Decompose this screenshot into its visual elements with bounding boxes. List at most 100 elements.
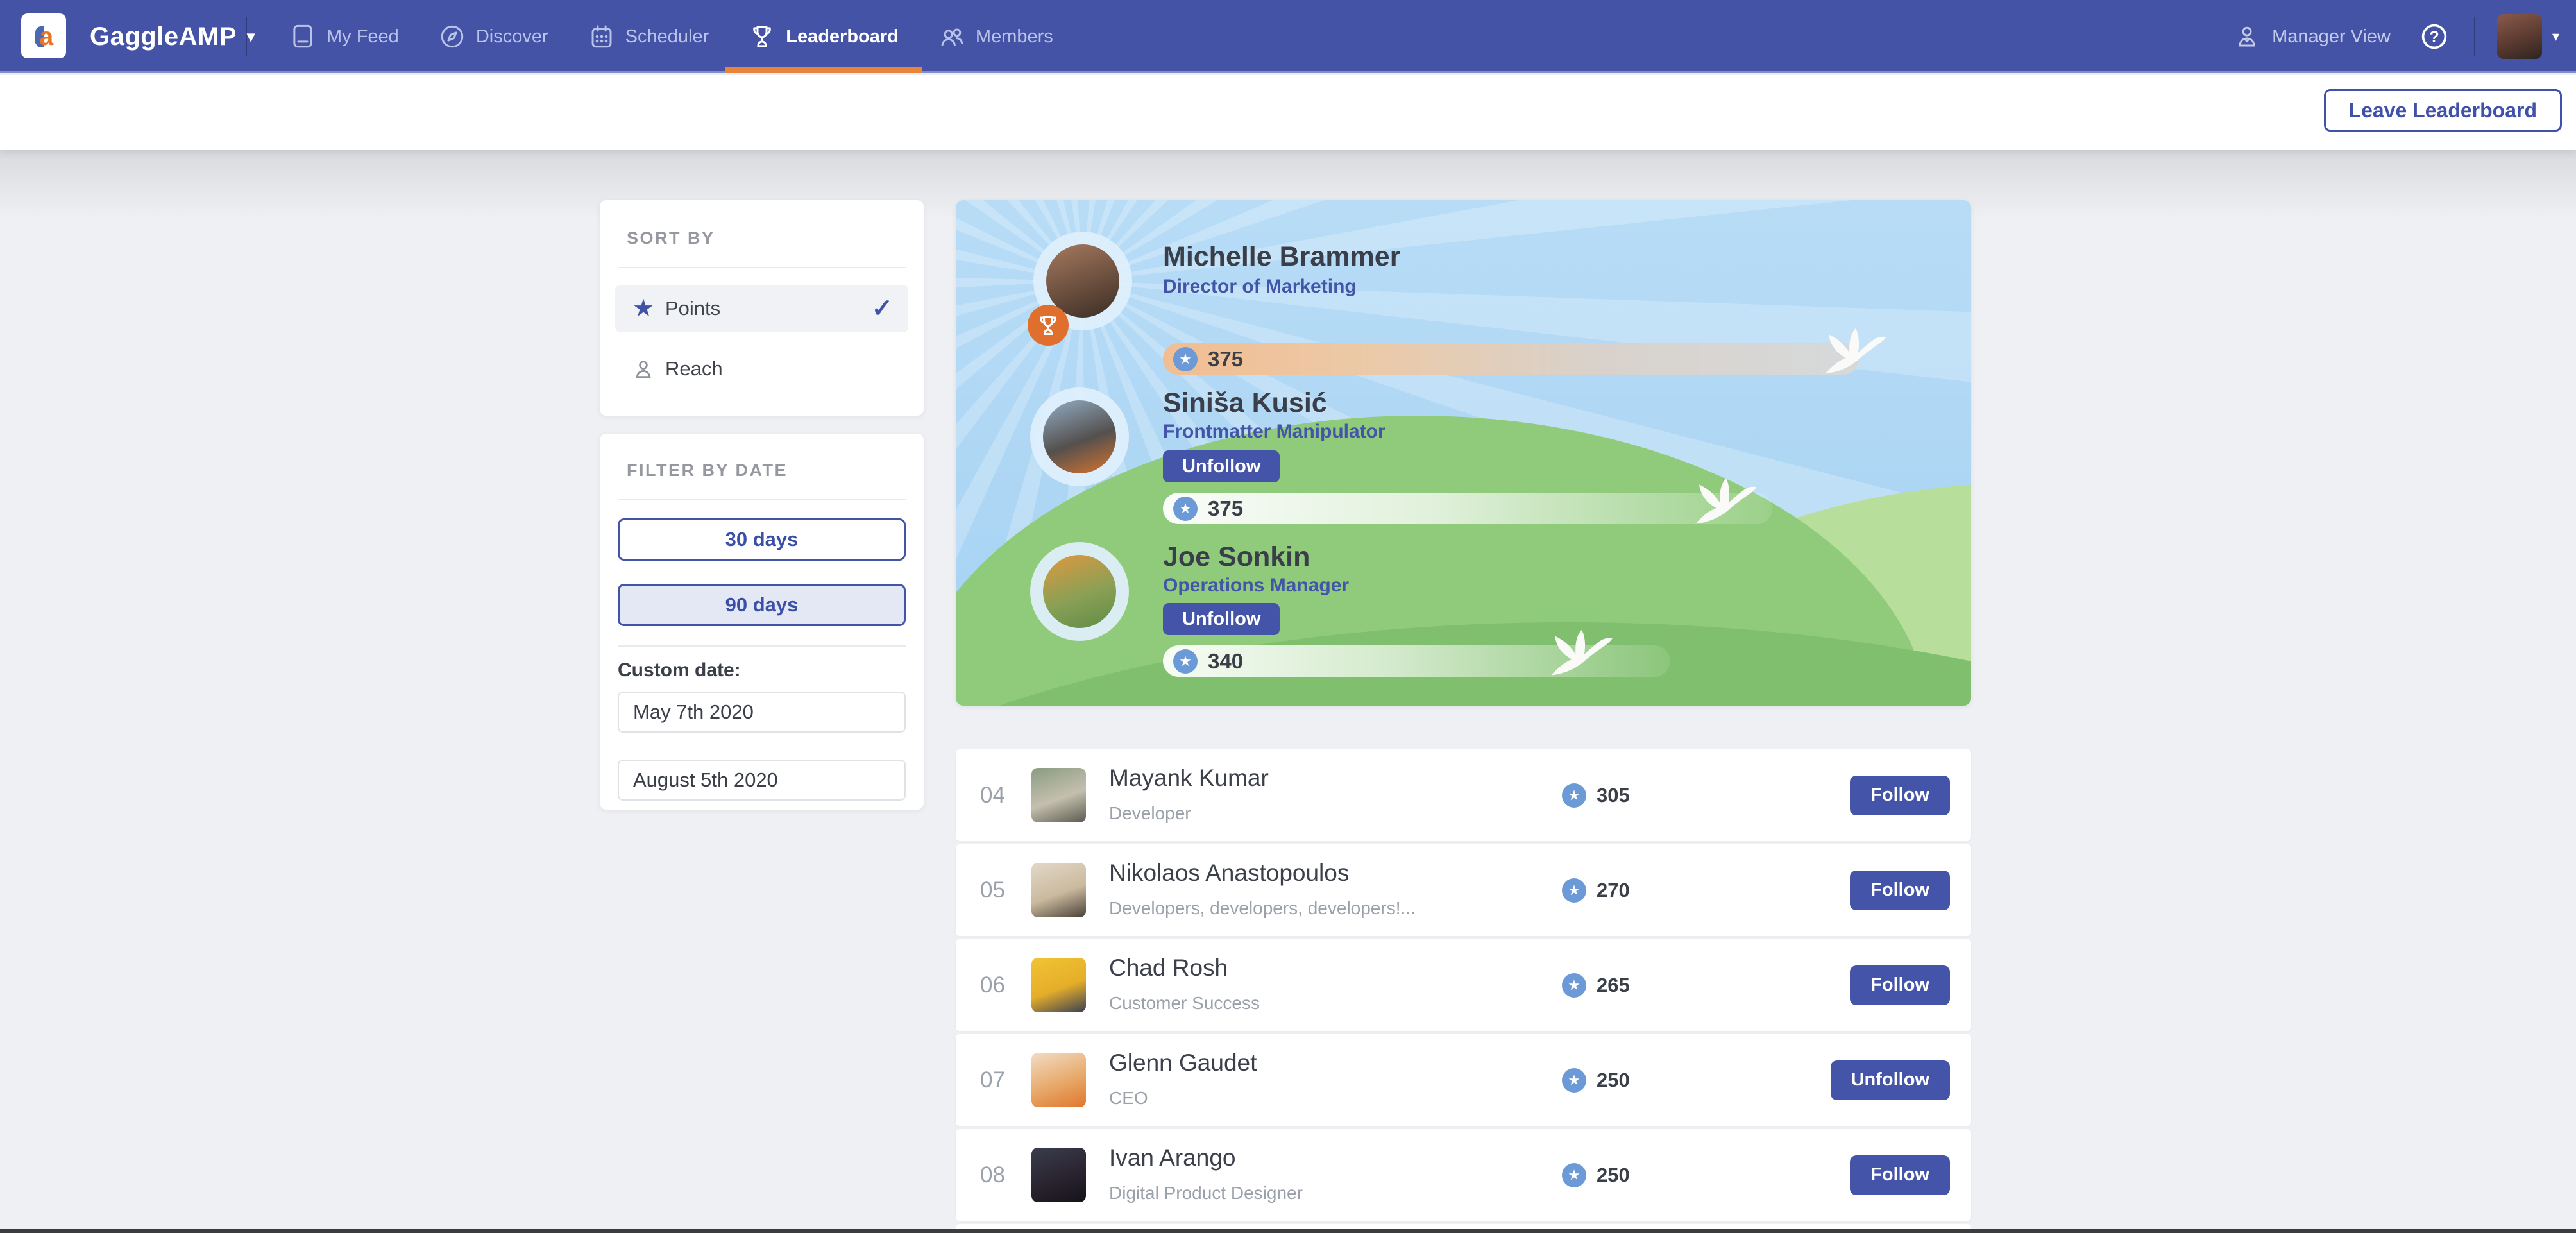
- follow-button[interactable]: Follow: [1850, 965, 1950, 1005]
- tab-scheduler[interactable]: Scheduler: [588, 0, 709, 73]
- follow-button[interactable]: Follow: [1850, 776, 1950, 815]
- points-value: 375: [1208, 497, 1243, 521]
- trophy-icon: [749, 23, 775, 50]
- manager-view-button[interactable]: Manager View: [2233, 23, 2391, 50]
- member-name: Mayank Kumar: [1109, 765, 1269, 792]
- member-title: Developer: [1109, 803, 1191, 824]
- points-group: ★ 270: [1562, 878, 1630, 903]
- points-value: 250: [1597, 1069, 1630, 1092]
- points-star-icon: ★: [1562, 878, 1586, 903]
- help-button[interactable]: ?: [2420, 22, 2448, 51]
- user-avatar[interactable]: [2497, 14, 2542, 59]
- follow-button[interactable]: Follow: [1850, 871, 1950, 910]
- rank-number: 04: [980, 783, 1005, 808]
- sub-header: Leave Leaderboard: [0, 75, 2576, 150]
- points-star-icon: ★: [1562, 973, 1586, 998]
- member-name: Siniša Kusić: [1163, 387, 1327, 419]
- list-item: 04 Mayank Kumar Developer ★ 305 Follow: [956, 749, 1971, 841]
- points-bar: ★ 375: [1163, 343, 1859, 375]
- tab-label: Leaderboard: [786, 26, 899, 47]
- sort-by-title: SORT BY: [627, 228, 715, 248]
- nav-right-group: Manager View ? ▾: [2233, 0, 2559, 73]
- svg-text:a: a: [39, 23, 53, 51]
- active-tab-underline: [725, 67, 922, 73]
- member-name: Chad Rosh: [1109, 955, 1228, 982]
- points-value: 270: [1597, 879, 1630, 902]
- tab-label: Members: [976, 26, 1053, 47]
- filter-by-date-panel: FILTER BY DATE 30 days 90 days Custom da…: [600, 434, 924, 810]
- avatar: [1031, 863, 1086, 917]
- window-bottom-edge: [0, 1229, 2576, 1233]
- brand-menu[interactable]: GaggleAMP ▾: [90, 0, 255, 73]
- unfollow-button[interactable]: Unfollow: [1163, 603, 1280, 635]
- rank-number: 05: [980, 878, 1005, 903]
- list-item: 08 Ivan Arango Digital Product Designer …: [956, 1129, 1971, 1221]
- tab-my-feed[interactable]: My Feed: [289, 0, 399, 73]
- top3-podium-card: Michelle Brammer Director of Marketing ★…: [956, 200, 1971, 706]
- divider: [618, 645, 906, 647]
- points-bar: ★ 375: [1163, 493, 1772, 524]
- rank-number: 07: [980, 1067, 1005, 1093]
- member-name: Joe Sonkin: [1163, 541, 1310, 573]
- top-nav-bar: a GaggleAMP ▾ My Feed Discover Scheduler: [0, 0, 2576, 73]
- range-30-days-button[interactable]: 30 days: [618, 518, 906, 561]
- list-item: 06 Chad Rosh Customer Success ★ 265 Foll…: [956, 939, 1971, 1031]
- leaderboard-list: 04 Mayank Kumar Developer ★ 305 Follow 0…: [956, 749, 1971, 1224]
- divider: [618, 499, 906, 500]
- svg-text:?: ?: [2429, 29, 2439, 46]
- member-title: Operations Manager: [1163, 575, 1349, 597]
- avatar: [1043, 555, 1116, 628]
- member-name: Nikolaos Anastopoulos: [1109, 860, 1349, 887]
- member-title: CEO: [1109, 1088, 1148, 1109]
- points-value: 305: [1597, 784, 1630, 807]
- tab-label: My Feed: [326, 26, 399, 47]
- list-item: 05 Nikolaos Anastopoulos Developers, dev…: [956, 844, 1971, 936]
- leaderboard-page: a GaggleAMP ▾ My Feed Discover Scheduler: [0, 0, 2576, 1233]
- compass-icon: [439, 23, 466, 50]
- avatar: [1031, 958, 1086, 1012]
- member-title: Digital Product Designer: [1109, 1183, 1303, 1203]
- manager-view-label: Manager View: [2272, 26, 2391, 47]
- feed-icon: [289, 23, 316, 50]
- sort-option-label: Points: [665, 297, 720, 320]
- avatar: [1031, 1053, 1086, 1107]
- follow-button[interactable]: Unfollow: [1831, 1060, 1950, 1100]
- points-star-icon: ★: [1562, 783, 1586, 808]
- check-icon: ✓: [871, 294, 893, 323]
- chevron-down-icon[interactable]: ▾: [2552, 28, 2559, 45]
- avatar: [1031, 768, 1086, 822]
- custom-date-label: Custom date:: [618, 659, 741, 681]
- leave-leaderboard-button[interactable]: Leave Leaderboard: [2324, 89, 2562, 132]
- tab-leaderboard[interactable]: Leaderboard: [749, 0, 899, 73]
- bird-icon: [1544, 627, 1620, 683]
- person-icon: [629, 357, 657, 381]
- rank1-trophy-badge: [1028, 305, 1069, 346]
- nav-divider: [246, 17, 247, 56]
- points-group: ★ 265: [1562, 973, 1630, 998]
- tab-label: Scheduler: [625, 26, 709, 47]
- tab-discover[interactable]: Discover: [439, 0, 548, 73]
- points-group: ★ 250: [1562, 1068, 1630, 1093]
- member-name: Michelle Brammer: [1163, 241, 1400, 273]
- sort-option-reach[interactable]: Reach: [615, 345, 908, 393]
- member-title: Director of Marketing: [1163, 276, 1357, 298]
- points-group: ★ 305: [1562, 783, 1630, 808]
- start-date-input[interactable]: May 7th 2020: [618, 692, 906, 733]
- points-star-icon: ★: [1173, 497, 1198, 521]
- points-value: 375: [1208, 347, 1243, 371]
- range-90-days-button[interactable]: 90 days: [618, 584, 906, 626]
- follow-button[interactable]: Follow: [1850, 1155, 1950, 1195]
- nav-divider: [2474, 17, 2475, 56]
- member-name: Ivan Arango: [1109, 1144, 1235, 1171]
- member-name: Glenn Gaudet: [1109, 1050, 1257, 1076]
- tab-members[interactable]: Members: [938, 0, 1053, 73]
- avatar: [1043, 400, 1116, 473]
- sort-option-points[interactable]: ★ Points ✓: [615, 285, 908, 332]
- member-title: Frontmatter Manipulator: [1163, 421, 1385, 443]
- points-value: 250: [1597, 1164, 1630, 1187]
- end-date-input[interactable]: August 5th 2020: [618, 760, 906, 801]
- rank-number: 08: [980, 1162, 1005, 1188]
- unfollow-button[interactable]: Unfollow: [1163, 450, 1280, 482]
- points-group: ★ 250: [1562, 1163, 1630, 1187]
- gaggleamp-logo-icon[interactable]: a: [21, 13, 66, 58]
